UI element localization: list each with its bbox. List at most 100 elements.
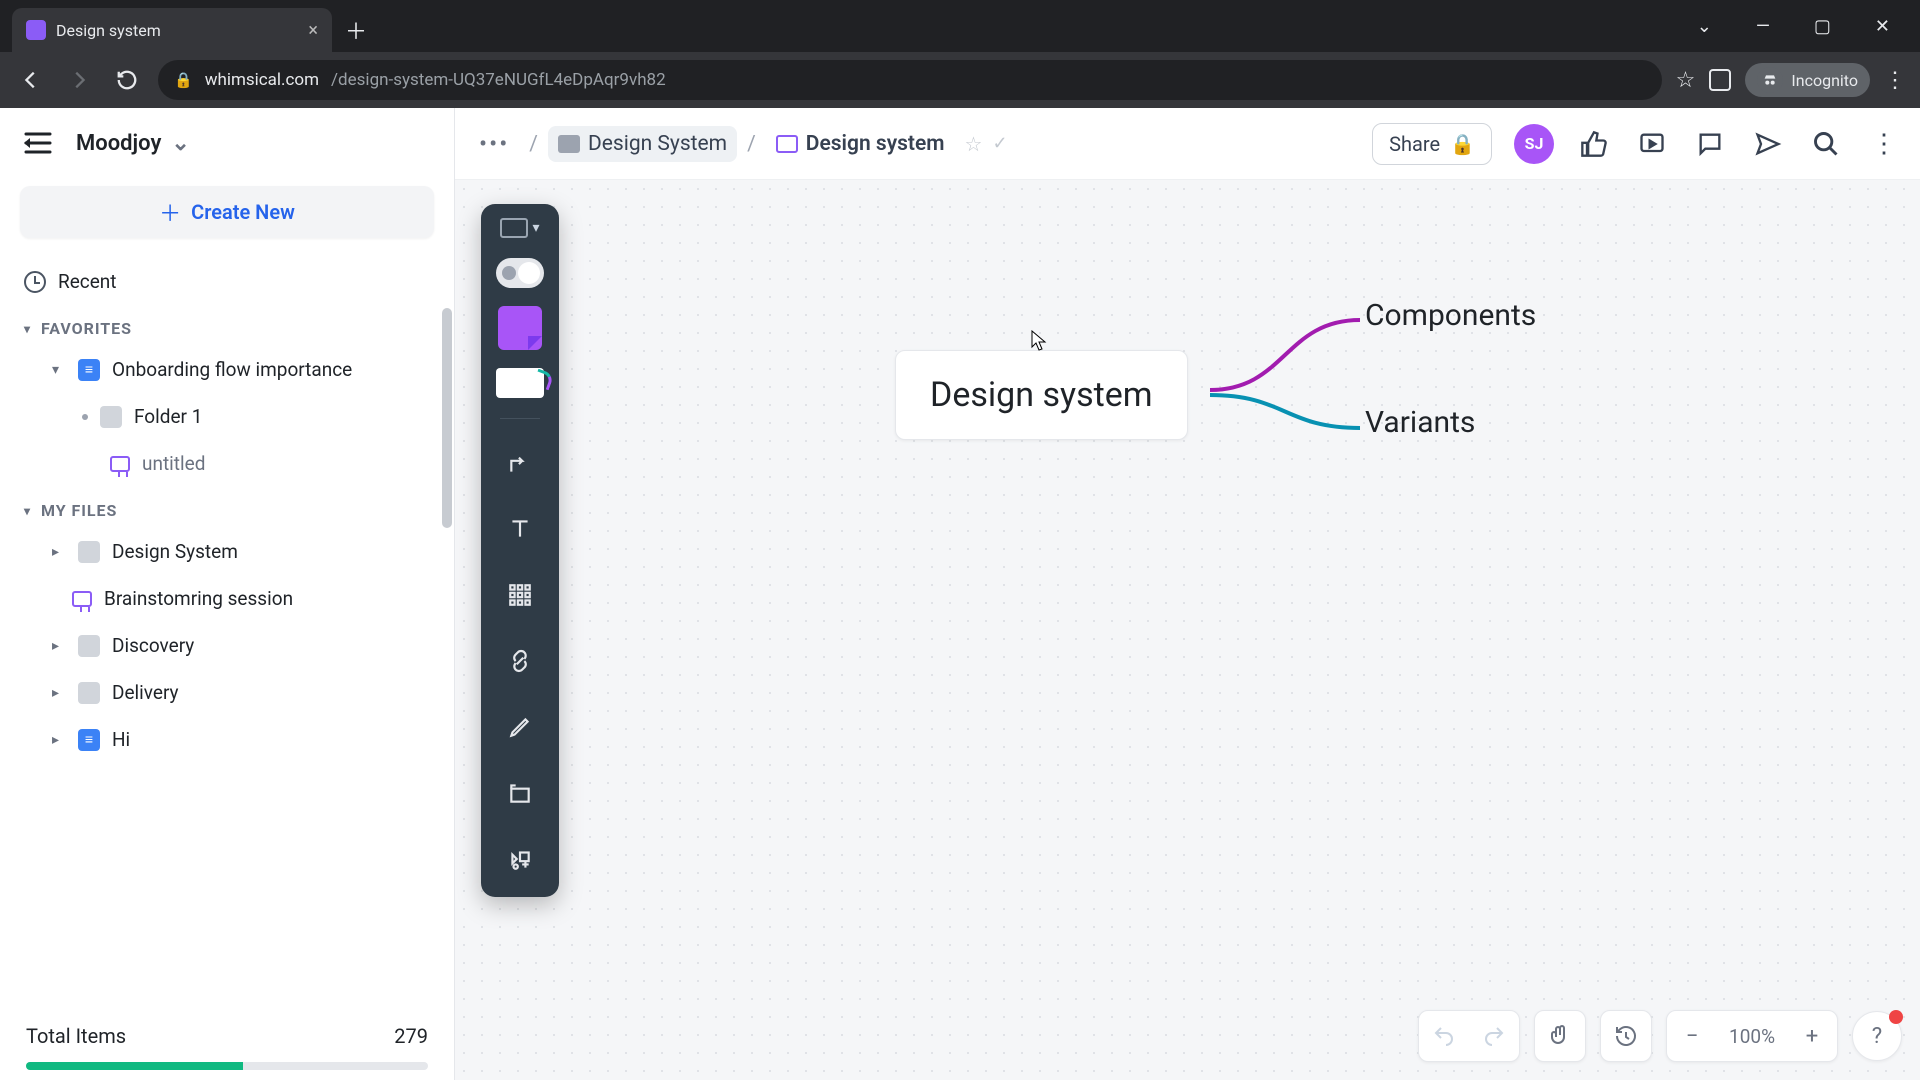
tool-grid[interactable] bbox=[496, 571, 544, 619]
user-avatar[interactable]: SJ bbox=[1514, 124, 1554, 164]
folder-icon bbox=[78, 635, 100, 657]
chevron-down-icon[interactable]: ⌄ bbox=[171, 131, 189, 156]
myfiles-header[interactable]: ▾ MY FILES bbox=[0, 487, 454, 528]
comments-icon[interactable] bbox=[1692, 126, 1728, 162]
canvas[interactable]: ▾ Design system Components Variants bbox=[455, 180, 1920, 1080]
search-icon[interactable] bbox=[1808, 126, 1844, 162]
url-field[interactable]: 🔒 whimsical.com/design-system-UQ37eNUGfL… bbox=[158, 60, 1662, 100]
notification-dot-icon bbox=[1889, 1010, 1903, 1024]
help-button[interactable]: ? bbox=[1852, 1011, 1902, 1061]
browser-tab-strip: Design system × ＋ ⌄ — ▢ ✕ bbox=[0, 0, 1920, 52]
redo-button[interactable] bbox=[1469, 1011, 1519, 1061]
tool-sticky-note[interactable] bbox=[498, 306, 542, 350]
tool-text[interactable] bbox=[496, 505, 544, 553]
send-icon[interactable] bbox=[1750, 126, 1786, 162]
create-new-button[interactable]: ＋ Create New bbox=[20, 186, 434, 238]
sidebar-item-design-system[interactable]: ▸ Design System bbox=[0, 528, 454, 575]
workspace-name[interactable]: Moodjoy bbox=[76, 131, 161, 156]
window-minimize-icon[interactable]: — bbox=[1746, 10, 1780, 43]
history-button[interactable] bbox=[1601, 1011, 1651, 1061]
folder-icon bbox=[78, 682, 100, 704]
browser-back-button[interactable] bbox=[14, 63, 48, 97]
plus-icon: ＋ bbox=[159, 196, 181, 228]
app-topbar: ••• / Design System / Design system ☆ ✓ … bbox=[455, 108, 1920, 180]
tab-title: Design system bbox=[56, 21, 161, 40]
tab-favicon bbox=[26, 20, 46, 40]
sidebar-item-discovery[interactable]: ▸ Discovery bbox=[0, 622, 454, 669]
new-tab-button[interactable]: ＋ bbox=[338, 12, 374, 48]
chevron-right-icon: ▸ bbox=[52, 685, 66, 701]
zoom-in-button[interactable]: + bbox=[1787, 1011, 1837, 1061]
sidebar-item-brainstorming[interactable]: Brainstomring session bbox=[0, 575, 454, 622]
hamburger-arrow-icon bbox=[24, 130, 58, 156]
bookmark-star-icon[interactable]: ☆ bbox=[1676, 68, 1696, 93]
tab-close-icon[interactable]: × bbox=[308, 20, 318, 41]
board-icon bbox=[72, 591, 92, 607]
breadcrumb-folder[interactable]: Design System bbox=[548, 126, 737, 162]
separator: / bbox=[529, 132, 538, 156]
tool-mindmap[interactable] bbox=[496, 368, 544, 398]
mindmap-root-node[interactable]: Design system bbox=[895, 350, 1188, 440]
tool-connector[interactable] bbox=[496, 439, 544, 487]
sidebar-item-folder1[interactable]: Folder 1 bbox=[0, 393, 454, 440]
bullet-icon bbox=[82, 414, 88, 420]
chevron-down-icon: ▾ bbox=[52, 362, 66, 378]
tool-more[interactable] bbox=[496, 835, 544, 883]
breadcrumb-file[interactable]: Design system bbox=[766, 126, 955, 162]
favorites-header[interactable]: ▾ FAVORITES bbox=[0, 305, 454, 346]
sync-status-icon[interactable]: ✓ bbox=[992, 133, 1007, 154]
chevron-right-icon: ▸ bbox=[52, 544, 66, 560]
total-items-label: Total Items bbox=[26, 1024, 126, 1048]
zoom-level[interactable]: 100% bbox=[1717, 1025, 1787, 1048]
board-icon bbox=[110, 456, 130, 472]
present-icon[interactable] bbox=[1634, 126, 1670, 162]
window-maximize-icon[interactable]: ▢ bbox=[1804, 10, 1841, 43]
tool-pencil[interactable] bbox=[496, 703, 544, 751]
total-items-count: 279 bbox=[394, 1024, 428, 1048]
breadcrumb: / Design System / Design system ☆ ✓ bbox=[529, 126, 1007, 162]
mindmap-node-components[interactable]: Components bbox=[1365, 298, 1536, 333]
browser-reload-button[interactable] bbox=[110, 63, 144, 97]
incognito-badge[interactable]: Incognito bbox=[1745, 63, 1870, 97]
sidebar-footer: Total Items 279 bbox=[0, 1006, 454, 1080]
undo-button[interactable] bbox=[1419, 1011, 1469, 1061]
folder-icon bbox=[78, 541, 100, 563]
folder-icon bbox=[558, 135, 580, 153]
chevron-down-icon: ▾ bbox=[24, 504, 31, 518]
more-menu-icon[interactable]: ⋮ bbox=[1866, 126, 1902, 162]
sidebar-scrollbar[interactable] bbox=[442, 308, 452, 668]
browser-menu-icon[interactable]: ⋮ bbox=[1884, 68, 1906, 93]
sidebar-item-onboarding[interactable]: ▾ ≡ Onboarding flow importance bbox=[0, 346, 454, 393]
sidebar-recent[interactable]: Recent bbox=[0, 258, 454, 305]
sidebar-item-untitled[interactable]: untitled bbox=[0, 440, 454, 487]
tool-link[interactable] bbox=[496, 637, 544, 685]
mindmap-connectors bbox=[455, 180, 1920, 1080]
extensions-icon[interactable] bbox=[1709, 69, 1731, 91]
lock-icon: 🔒 bbox=[174, 71, 193, 89]
sidebar-collapse-button[interactable] bbox=[24, 126, 58, 160]
sidebar-item-hi[interactable]: ▸ ≡ Hi bbox=[0, 716, 454, 763]
browser-forward-button[interactable] bbox=[62, 63, 96, 97]
breadcrumb-overflow-icon[interactable]: ••• bbox=[473, 130, 515, 158]
window-close-icon[interactable]: ✕ bbox=[1865, 10, 1900, 43]
chevron-down-icon[interactable]: ⌄ bbox=[1687, 10, 1722, 43]
doc-icon: ≡ bbox=[78, 729, 100, 751]
board-icon bbox=[776, 135, 798, 153]
favorite-star-icon[interactable]: ☆ bbox=[965, 132, 983, 156]
share-button[interactable]: Share 🔒 bbox=[1372, 123, 1492, 165]
tool-frame[interactable] bbox=[496, 769, 544, 817]
clock-icon bbox=[24, 271, 46, 293]
sidebar-item-delivery[interactable]: ▸ Delivery bbox=[0, 669, 454, 716]
thumbs-up-icon[interactable] bbox=[1576, 126, 1612, 162]
hand-tool-button[interactable] bbox=[1535, 1011, 1585, 1061]
divider bbox=[500, 418, 540, 419]
mindmap-node-variants[interactable]: Variants bbox=[1365, 405, 1475, 440]
doc-icon: ≡ bbox=[78, 359, 100, 381]
tool-toggle[interactable] bbox=[496, 258, 544, 288]
url-path: /design-system-UQ37eNUGfL4eDpAqr9vh82 bbox=[331, 70, 666, 90]
chevron-right-icon: ▸ bbox=[52, 732, 66, 748]
board-type-selector[interactable]: ▾ bbox=[494, 216, 545, 240]
browser-tab[interactable]: Design system × bbox=[12, 8, 332, 52]
zoom-out-button[interactable]: − bbox=[1667, 1011, 1717, 1061]
incognito-icon bbox=[1757, 67, 1783, 93]
